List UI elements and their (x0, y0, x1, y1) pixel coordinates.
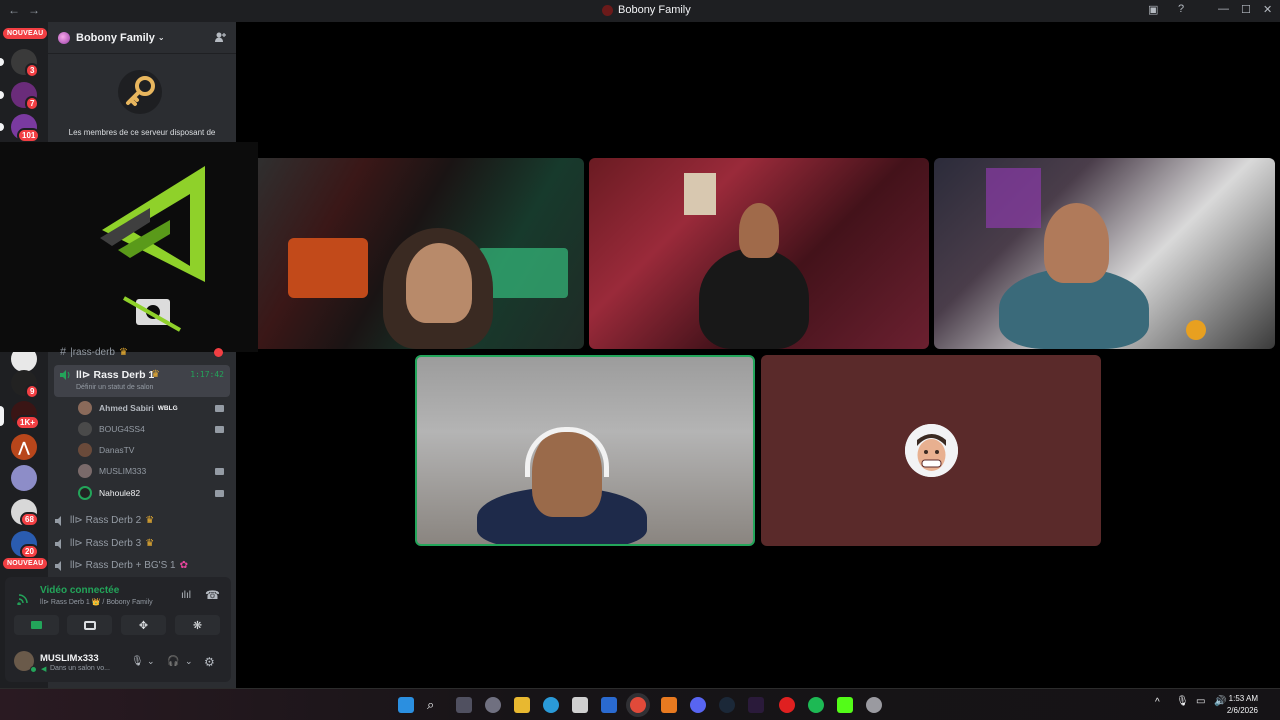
nav-arrows[interactable]: ←→ (8, 3, 48, 17)
voice-member[interactable]: DanasTV (78, 442, 134, 458)
settings-gear-icon[interactable]: ⚙ (204, 655, 215, 669)
minimize-button[interactable]: — (1218, 3, 1229, 15)
search-icon[interactable]: ⌕ (427, 697, 443, 713)
overlay-logo (0, 142, 258, 352)
app-icon[interactable] (748, 697, 764, 713)
voice-panel: Vidéo connectée ll⊳ Rass Derb 1 👑 / Bobo… (5, 577, 231, 682)
server-header[interactable]: Bobony Family ⌄ (48, 22, 236, 54)
video-tile[interactable] (589, 158, 929, 349)
camera-icon (215, 490, 224, 497)
crown-icon: ♛ (151, 369, 160, 380)
mention-badge (214, 348, 223, 357)
chevron-down-icon: ⌄ (157, 33, 165, 42)
avatar (78, 464, 92, 478)
avatar (78, 422, 92, 436)
network-icon[interactable]: ▭ (1196, 696, 1205, 707)
kick-icon[interactable] (837, 697, 853, 713)
spotify-icon[interactable] (808, 697, 824, 713)
screen-share-button[interactable] (67, 615, 112, 635)
chevron-down-icon[interactable]: ⌄ (147, 656, 155, 667)
speaker-icon (60, 370, 70, 380)
voice-member[interactable]: BOUG4SS4 (78, 421, 145, 437)
store-icon[interactable] (572, 697, 588, 713)
new-badge: NOUVEAU (3, 28, 48, 39)
microphone-icon[interactable]: 🎙 (131, 656, 144, 667)
close-button[interactable]: ✕ (1263, 3, 1272, 16)
soundboard-button[interactable]: ❋ (175, 615, 220, 635)
steam-icon[interactable] (719, 697, 735, 713)
server-icon (602, 4, 613, 16)
voice-member[interactable]: Ahmed Sabiri WBLG (78, 400, 178, 416)
camera-icon (215, 426, 224, 433)
server-icon[interactable]: ⋀ (11, 434, 37, 460)
boost-gem-icon (58, 31, 70, 44)
channel-status[interactable]: Définir un statut de salon (76, 384, 153, 391)
noise-suppression-icon[interactable]: ılıl (181, 590, 191, 601)
camera-toggle-button[interactable] (14, 615, 59, 635)
app-icon[interactable] (661, 697, 677, 713)
video-tile[interactable] (934, 158, 1275, 349)
maximize-button[interactable]: ☐ (1241, 3, 1251, 16)
permission-text: Les membres de ce serveur disposant de (68, 128, 216, 137)
text-channel-rass-derb[interactable]: # |rass-derb ♛ (60, 346, 128, 358)
voice-member[interactable]: MUSLIM333 (78, 463, 146, 479)
taskbar: ⌕ ^ 🎙 ▭ 🔊 1:53 AM 2/6/2026 (0, 688, 1280, 720)
volume-icon[interactable]: 🔊 (1214, 696, 1226, 707)
tray-chevron-icon[interactable]: ^ (1155, 697, 1160, 708)
invite-people-icon[interactable] (214, 31, 226, 43)
chevron-down-icon[interactable]: ⌄ (185, 656, 193, 667)
key-icon (118, 70, 162, 114)
camera-icon (215, 468, 224, 475)
chrome-icon[interactable] (630, 697, 646, 713)
video-tile-speaking[interactable] (415, 355, 755, 546)
activities-button[interactable]: ✥ (121, 615, 166, 635)
avatar (905, 424, 958, 477)
connection-icon (17, 594, 28, 605)
avatar (78, 486, 92, 500)
microphone-icon[interactable]: 🎙 (1176, 696, 1189, 707)
settings-icon[interactable] (485, 697, 501, 713)
help-icon[interactable]: ? (1178, 3, 1184, 15)
app-icon[interactable] (866, 697, 882, 713)
window-title: Bobony Family (602, 4, 691, 16)
avatar (78, 401, 92, 415)
disconnect-icon[interactable]: ☎ (205, 588, 220, 602)
voice-channel[interactable]: ll⊳ Rass Derb + BG'S 1 ✿ (54, 560, 188, 571)
headphones-icon[interactable]: 🎧 (167, 656, 179, 667)
file-explorer-icon[interactable] (514, 697, 530, 713)
new-badge: NOUVEAU (3, 558, 48, 569)
system-clock[interactable]: 1:53 AM 2/6/2026 (1227, 693, 1258, 717)
online-status-icon (30, 666, 37, 673)
windows-start-icon[interactable] (398, 697, 414, 713)
inbox-icon[interactable]: ▣ (1148, 3, 1158, 16)
camera-off-icon (123, 296, 181, 332)
opera-icon[interactable] (779, 697, 795, 713)
voice-channel-active[interactable]: ll⊳ Rass Derb 1 ♛ 1:17:42 Définir un sta… (54, 365, 230, 397)
mail-icon[interactable] (601, 697, 617, 713)
call-timer: 1:17:42 (190, 370, 224, 379)
task-view-icon[interactable] (456, 697, 472, 713)
server-icon[interactable] (11, 465, 37, 491)
voice-channel[interactable]: ll⊳ Rass Derb 2 ♛ (54, 515, 154, 526)
title-bar: ←→ Bobony Family ▣ ? — ☐ ✕ (0, 0, 1280, 22)
camera-icon (215, 405, 224, 412)
voice-channel[interactable]: ll⊳ Rass Derb 3 ♛ (54, 538, 154, 549)
voice-activity-icon: ◀ (41, 666, 47, 673)
edge-icon[interactable] (543, 697, 559, 713)
video-tile-avatar[interactable] (761, 355, 1101, 546)
video-tile-ahmed-sabiri[interactable] (258, 158, 584, 349)
voice-member[interactable]: Nahoule82 (78, 485, 140, 501)
avatar (78, 443, 92, 457)
discord-icon[interactable] (690, 697, 706, 713)
